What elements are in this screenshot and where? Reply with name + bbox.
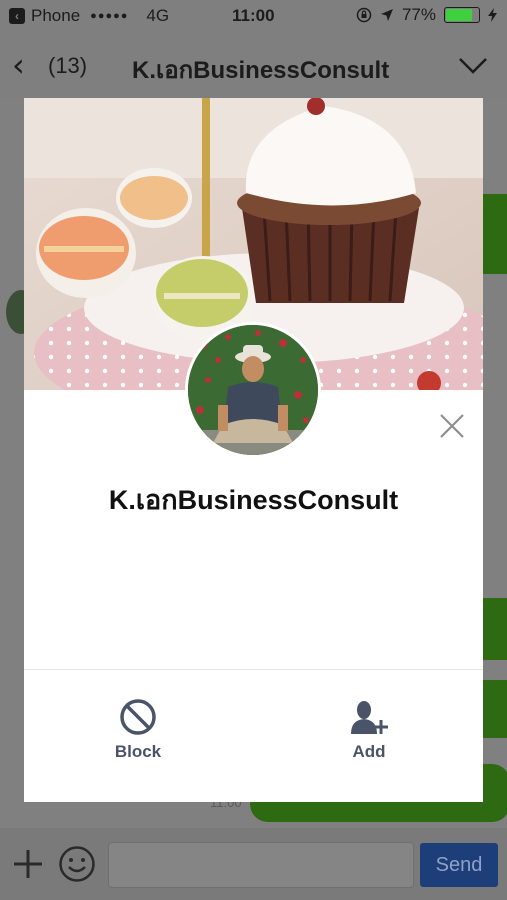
plus-icon[interactable] bbox=[12, 848, 44, 880]
status-right-group: 77% bbox=[356, 5, 497, 25]
block-label: Block bbox=[114, 742, 162, 761]
battery-icon bbox=[444, 7, 480, 23]
chat-title: K.เอกBusinessConsult bbox=[132, 57, 390, 84]
signal-strength: ●●●●● bbox=[90, 10, 129, 22]
status-time: 11:00 bbox=[232, 6, 275, 25]
back-chevron-icon[interactable]: ‹ bbox=[12, 49, 25, 81]
message-input[interactable] bbox=[108, 842, 414, 888]
block-icon bbox=[120, 699, 156, 735]
profile-popup: K.เอกBusinessConsult Block Add bbox=[24, 98, 483, 802]
status-bar: ‹ Phone ●●●●● 4G 11:00 77% bbox=[0, 0, 507, 32]
block-button[interactable]: Block bbox=[78, 698, 198, 762]
chevron-down-icon[interactable] bbox=[459, 58, 487, 74]
add-friend-icon bbox=[351, 701, 388, 734]
emoji-icon[interactable] bbox=[58, 845, 96, 883]
send-button[interactable]: Send bbox=[420, 843, 498, 887]
back-to-app-icon[interactable]: ‹ bbox=[9, 8, 25, 24]
divider bbox=[24, 669, 483, 670]
add-label: Add bbox=[352, 742, 386, 761]
profile-avatar bbox=[185, 322, 321, 458]
rotation-lock-icon bbox=[356, 7, 372, 23]
network-type: 4G bbox=[146, 6, 170, 25]
add-friend-button[interactable]: Add bbox=[309, 698, 429, 762]
location-arrow-icon bbox=[380, 9, 393, 21]
charging-bolt-icon bbox=[488, 8, 497, 22]
close-icon[interactable] bbox=[438, 412, 466, 440]
battery-percent: 77% bbox=[401, 5, 436, 24]
chat-header: ‹ (13) K.เอกBusinessConsult bbox=[0, 32, 507, 98]
carrier-label: Phone bbox=[31, 6, 81, 25]
profile-name: K.เอกBusinessConsult bbox=[108, 485, 399, 515]
unread-count[interactable]: (13) bbox=[48, 53, 87, 79]
